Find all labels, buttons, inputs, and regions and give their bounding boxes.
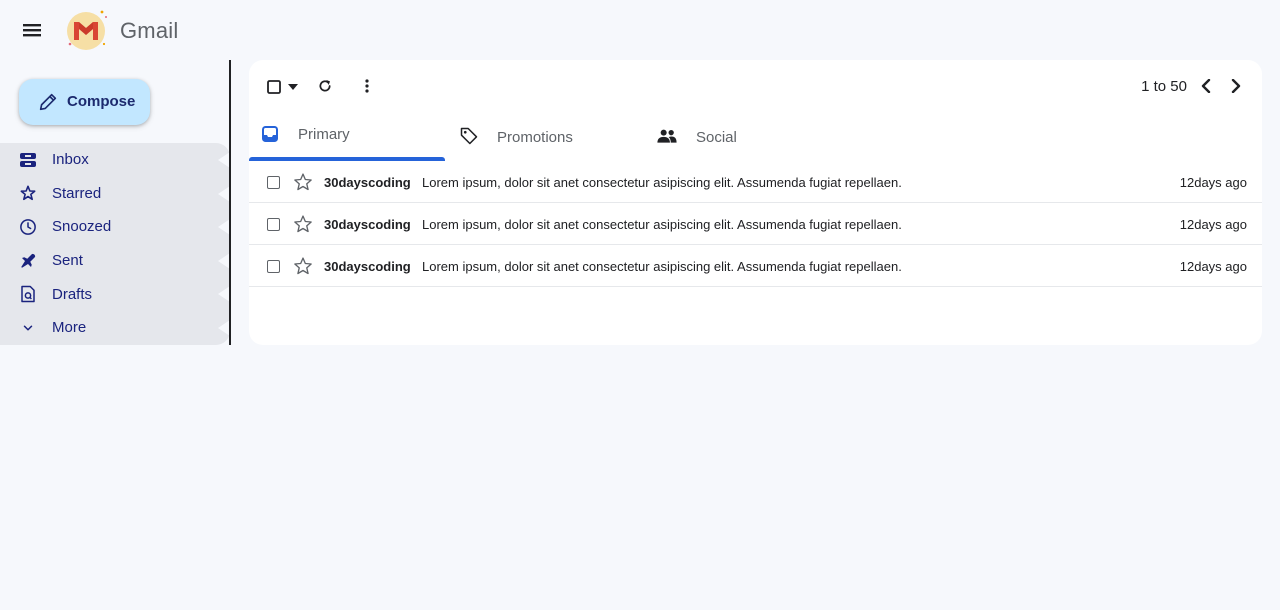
sidebar-item-starred[interactable]: Starred (0, 177, 230, 211)
tab-label: Primary (298, 126, 350, 143)
sidebar-divider (229, 60, 231, 345)
email-row[interactable]: 30dayscoding Lorem ipsum, dolor sit anet… (249, 245, 1262, 287)
tab-social[interactable]: Social (649, 112, 845, 162)
tab-primary[interactable]: Primary (249, 112, 445, 162)
email-sender: 30dayscoding (324, 259, 411, 274)
sidebar-item-label: Sent (52, 252, 83, 270)
chevron-down-icon (19, 319, 37, 337)
row-checkbox[interactable] (267, 218, 280, 231)
sidebar-item-label: Starred (52, 184, 102, 202)
draft-icon (19, 285, 37, 303)
star-icon[interactable] (293, 172, 313, 197)
tag-icon (459, 126, 479, 151)
sidebar-item-label: Inbox (52, 151, 89, 169)
send-icon (19, 252, 37, 270)
refresh-icon[interactable] (316, 77, 334, 95)
mail-list-panel: 1 to 50 Primary Promotions Social 30days… (249, 60, 1262, 345)
tab-label: Promotions (497, 129, 573, 146)
email-snippet: Lorem ipsum, dolor sit anet consectetur … (422, 259, 902, 274)
sidebar-item-drafts[interactable]: Drafts (0, 277, 230, 311)
people-icon (657, 128, 677, 149)
tab-label: Social (696, 129, 737, 146)
hamburger-menu-icon[interactable] (20, 18, 44, 42)
star-icon[interactable] (293, 214, 313, 239)
app-brand-name: Gmail (120, 18, 179, 43)
sidebar-item-label: Drafts (52, 285, 93, 303)
compose-label: Compose (67, 93, 136, 110)
email-snippet: Lorem ipsum, dolor sit anet consectetur … (422, 217, 902, 232)
star-icon (19, 184, 37, 202)
email-row[interactable]: 30dayscoding Lorem ipsum, dolor sit anet… (249, 203, 1262, 245)
select-dropdown-icon[interactable] (287, 80, 299, 94)
sidebar-item-snoozed[interactable]: Snoozed (0, 210, 230, 244)
tab-promotions[interactable]: Promotions (449, 112, 645, 162)
email-snippet: Lorem ipsum, dolor sit anet consectetur … (422, 175, 902, 190)
compose-button[interactable]: Compose (19, 79, 150, 125)
clock-icon (19, 218, 37, 236)
inbox-tray-icon (262, 126, 278, 147)
email-time: 12days ago (1179, 175, 1247, 190)
email-sender: 30dayscoding (324, 217, 411, 232)
email-time: 12days ago (1179, 259, 1247, 274)
sidebar-nav: Inbox Starred Snoozed Sent Drafts More (0, 143, 230, 345)
row-checkbox[interactable] (267, 260, 280, 273)
next-page-icon[interactable] (1228, 77, 1244, 95)
top-header: Gmail (0, 0, 1280, 60)
pencil-icon (39, 93, 57, 111)
email-time: 12days ago (1179, 217, 1247, 232)
row-checkbox[interactable] (267, 176, 280, 189)
sidebar-item-inbox[interactable]: Inbox (0, 143, 230, 177)
sidebar-item-more[interactable]: More (0, 311, 230, 345)
email-sender: 30dayscoding (324, 175, 411, 190)
more-options-icon[interactable] (358, 77, 376, 95)
star-icon[interactable] (293, 256, 313, 281)
select-all-checkbox[interactable] (266, 79, 282, 95)
sidebar-item-sent[interactable]: Sent (0, 244, 230, 278)
prev-page-icon[interactable] (1198, 77, 1214, 95)
inbox-icon (19, 151, 37, 169)
gmail-logo-icon[interactable] (64, 8, 110, 52)
pagination-range: 1 to 50 (1141, 78, 1187, 95)
sidebar-item-label: More (52, 319, 87, 337)
email-row[interactable]: 30dayscoding Lorem ipsum, dolor sit anet… (249, 161, 1262, 203)
sidebar-item-label: Snoozed (52, 218, 112, 236)
